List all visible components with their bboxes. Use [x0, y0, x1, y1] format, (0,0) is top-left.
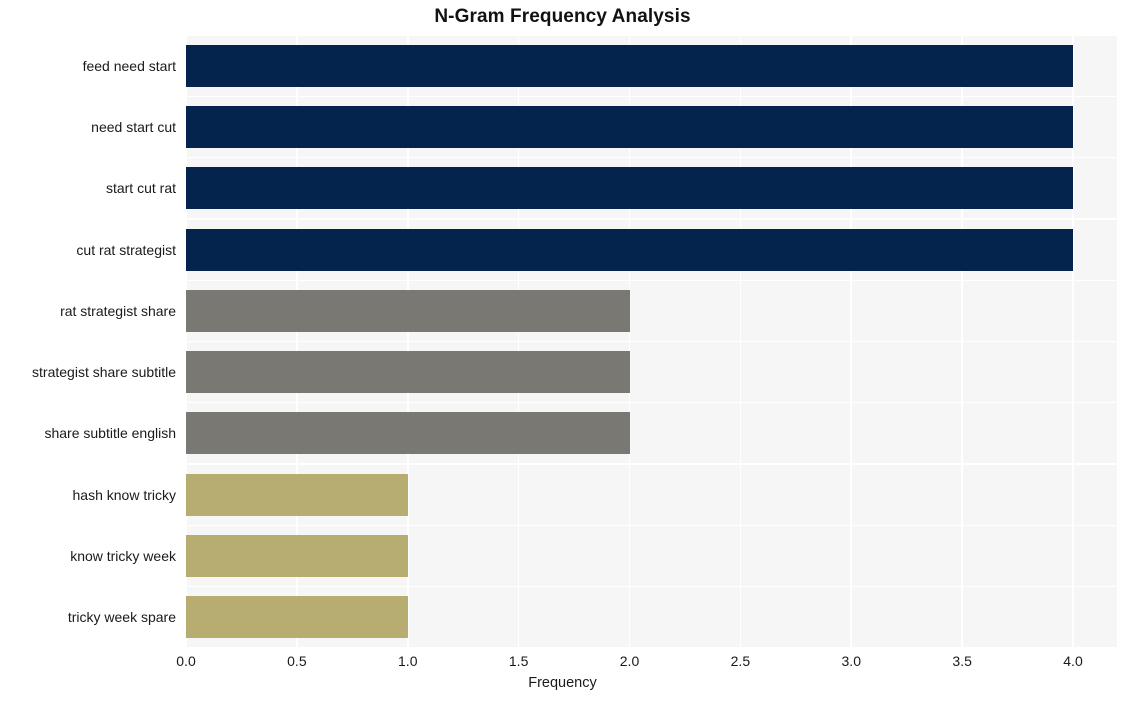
x-axis-tick-label: 1.0: [398, 653, 418, 669]
x-axis-tick-label: 1.5: [508, 653, 529, 669]
y-axis-tick-label: share subtitle english: [44, 425, 176, 442]
bar[interactable]: [186, 351, 630, 394]
gridline-horizontal: [186, 402, 1117, 404]
gridline-horizontal: [186, 35, 1117, 36]
y-axis-tick-label: strategist share subtitle: [32, 364, 176, 381]
gridline-horizontal: [186, 95, 1117, 97]
gridline-horizontal: [186, 279, 1117, 281]
bar[interactable]: [186, 596, 408, 639]
x-axis-tick-label: 0.5: [287, 653, 307, 669]
gridline-horizontal: [186, 218, 1117, 220]
bar[interactable]: [186, 289, 630, 332]
x-axis-tick-label: 2.5: [730, 653, 751, 669]
bar[interactable]: [186, 473, 408, 516]
x-axis-tick-label: 3.0: [841, 653, 861, 669]
x-axis-tick-label: 2.0: [619, 653, 640, 669]
y-axis-tick-label: feed need start: [82, 57, 176, 74]
x-axis-title: Frequency: [528, 675, 597, 691]
bar[interactable]: [186, 44, 1073, 87]
gridline-horizontal: [186, 647, 1117, 648]
chart-title: N-Gram Frequency Analysis: [434, 6, 691, 27]
bar[interactable]: [186, 412, 630, 455]
gridline-horizontal: [186, 586, 1117, 588]
y-axis-tick-label: start cut rat: [105, 180, 176, 197]
bar[interactable]: [186, 535, 408, 578]
gridline-horizontal: [186, 156, 1117, 159]
gridline-horizontal: [186, 340, 1117, 343]
y-axis-tick-label: tricky week spare: [67, 609, 176, 626]
gridline-horizontal: [186, 463, 1117, 465]
bar[interactable]: [186, 167, 1073, 210]
gridline-horizontal: [186, 524, 1117, 527]
y-axis-tick-label: know tricky week: [70, 548, 176, 565]
chart-figure: N-Gram Frequency Analysis feed need star…: [0, 0, 1125, 701]
y-axis-tick-label: cut rat strategist: [76, 241, 176, 258]
bar[interactable]: [186, 105, 1073, 148]
x-axis-tick-label: 4.0: [1063, 653, 1083, 669]
y-axis-tick-label: need start cut: [91, 118, 176, 135]
y-axis-tick-label: hash know tricky: [72, 486, 176, 503]
y-axis-tick-label: rat strategist share: [60, 302, 176, 319]
plot-area: [186, 35, 1117, 648]
bar[interactable]: [186, 228, 1073, 271]
x-axis-tick-label: 0.0: [176, 653, 196, 669]
x-axis-tick-label: 3.5: [952, 653, 972, 669]
